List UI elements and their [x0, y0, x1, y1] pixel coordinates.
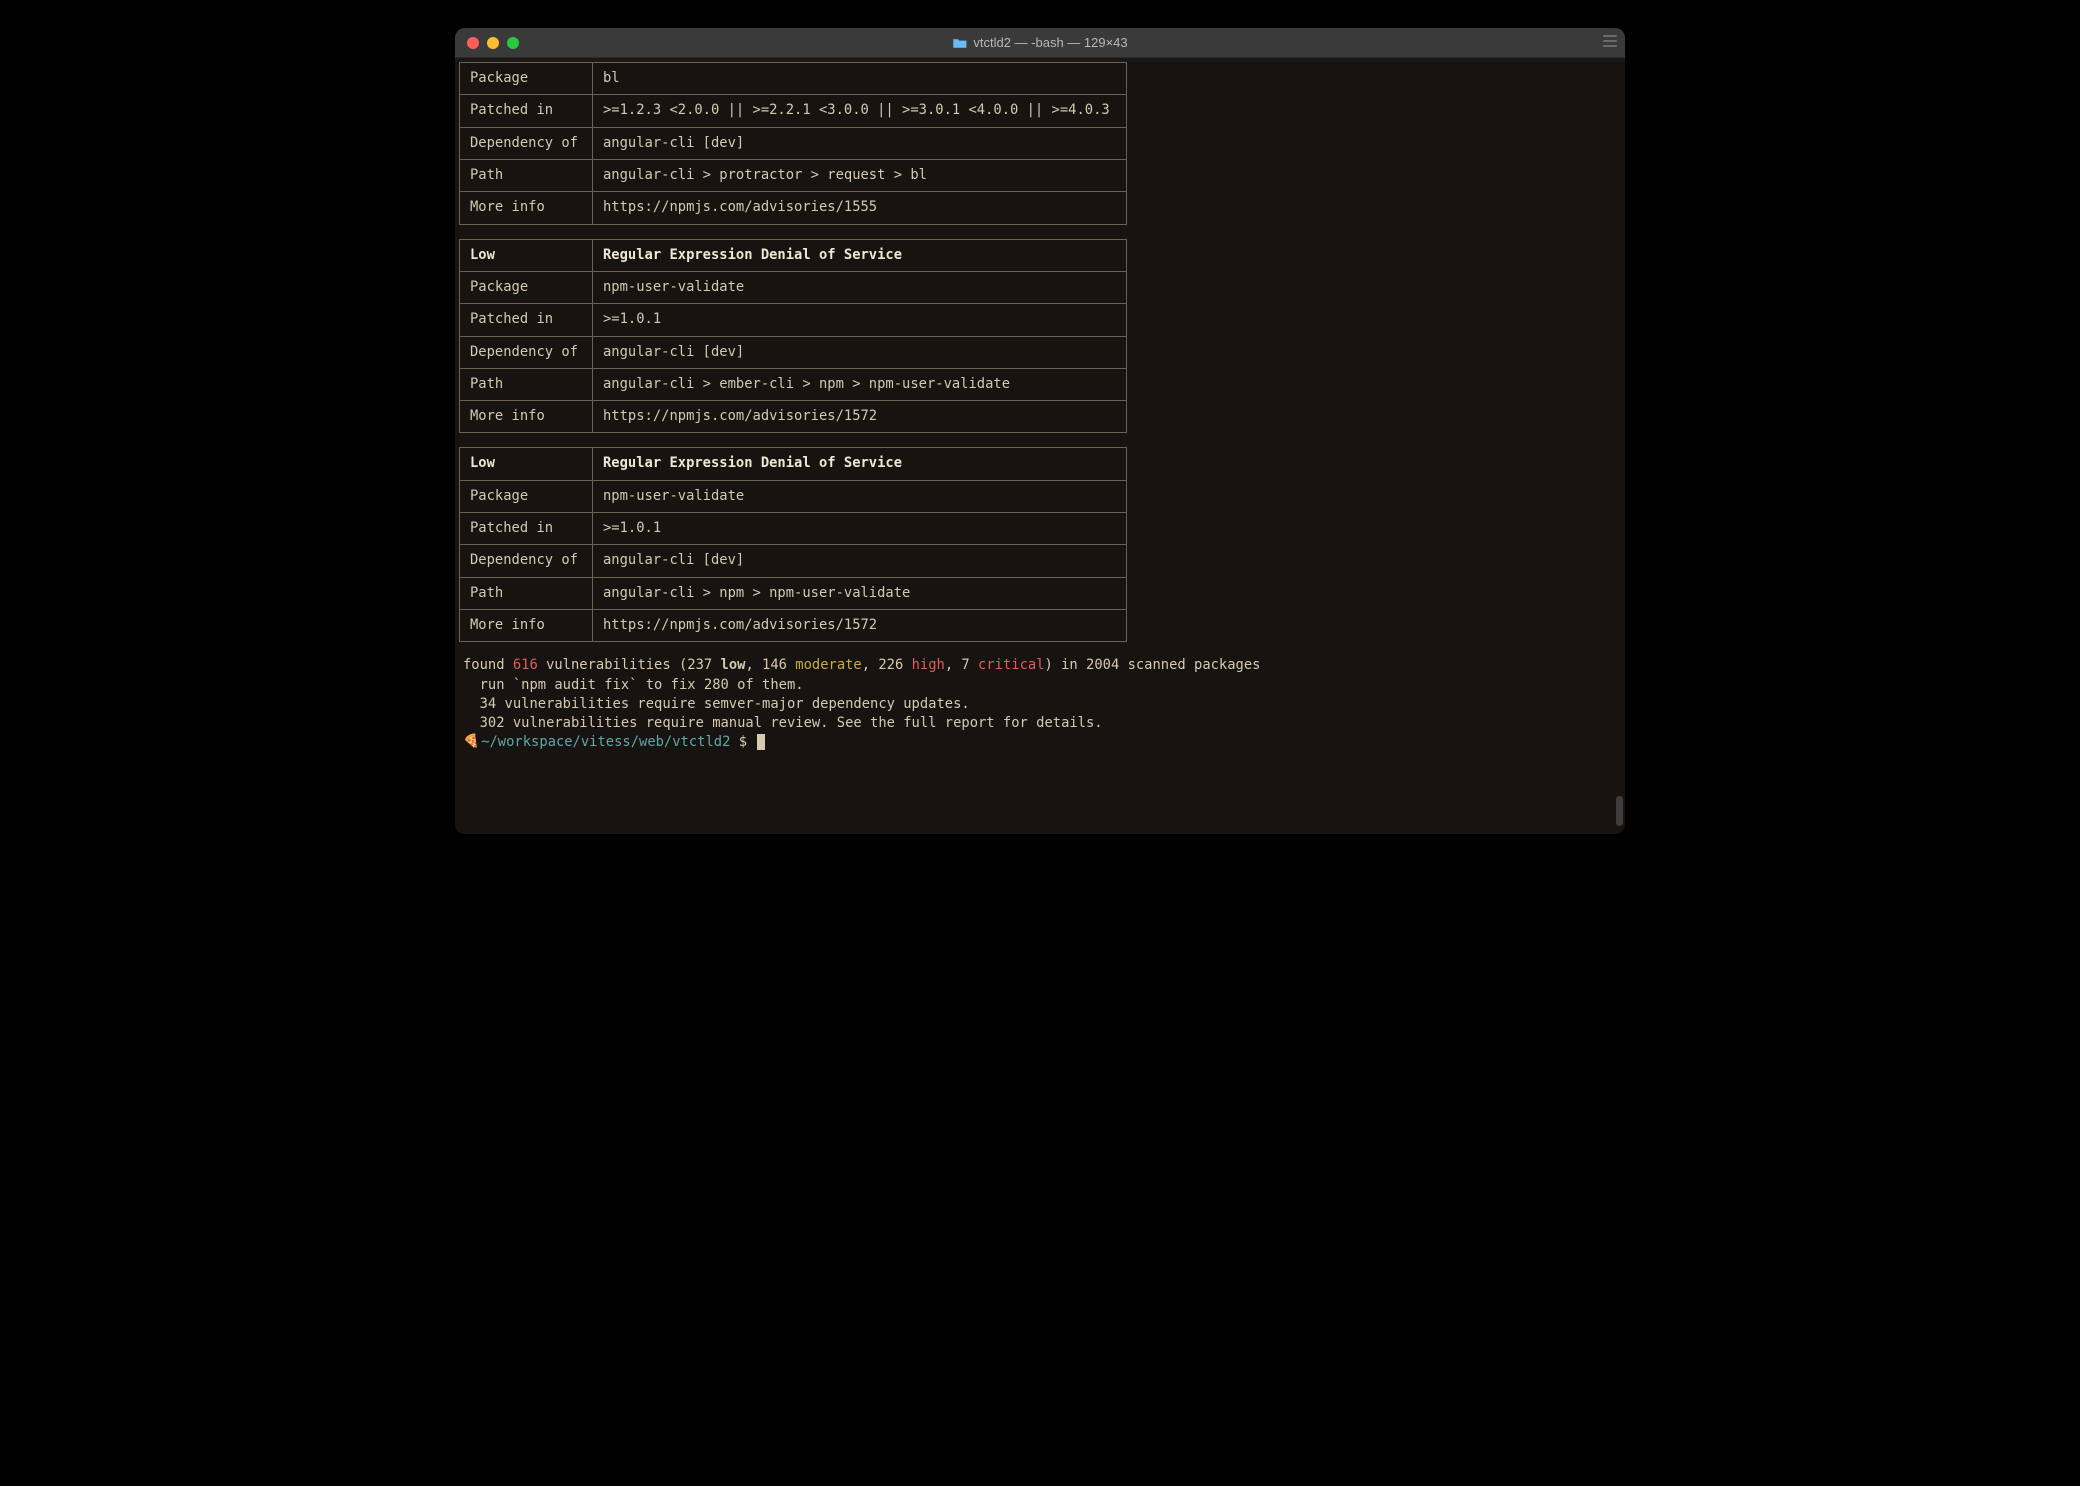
- table-row: Path angular-cli > ember-cli > npm > npm…: [460, 368, 1127, 400]
- table-row: Dependency of angular-cli [dev]: [460, 336, 1127, 368]
- row-label: More info: [460, 610, 593, 642]
- audit-table-0: Package bl Patched in >=1.2.3 <2.0.0 || …: [459, 62, 1127, 225]
- row-label: Path: [460, 368, 593, 400]
- traffic-lights: [455, 37, 519, 49]
- advisory-title: Regular Expression Denial of Service: [593, 448, 1127, 480]
- table-row: Patched in >=1.2.3 <2.0.0 || >=2.2.1 <3.…: [460, 95, 1127, 127]
- table-row: Dependency of angular-cli [dev]: [460, 545, 1127, 577]
- row-value: https://npmjs.com/advisories/1555: [593, 192, 1127, 224]
- row-label: Package: [460, 480, 593, 512]
- row-label: Patched in: [460, 304, 593, 336]
- summary-line: run `npm audit fix` to fix 280 of them.: [463, 677, 804, 693]
- table-header: Low Regular Expression Denial of Service: [460, 448, 1127, 480]
- summary-total: 616: [513, 657, 538, 673]
- row-value: angular-cli > protractor > request > bl: [593, 159, 1127, 191]
- summary-text: vulnerabilities (237: [538, 657, 721, 673]
- summary-text: , 146: [745, 657, 795, 673]
- row-value: https://npmjs.com/advisories/1572: [593, 610, 1127, 642]
- window-title-text: vtctld2 — -bash — 129×43: [973, 35, 1127, 50]
- window-titlebar: vtctld2 — -bash — 129×43: [455, 28, 1625, 58]
- summary-critical: critical: [978, 657, 1044, 673]
- summary-high: high: [912, 657, 945, 673]
- table-row: More info https://npmjs.com/advisories/1…: [460, 192, 1127, 224]
- row-value: bl: [593, 63, 1127, 95]
- audit-summary: found 616 vulnerabilities (237 low, 146 …: [459, 656, 1621, 733]
- summary-text: ) in 2004 scanned packages: [1045, 657, 1261, 673]
- table-row: Path angular-cli > protractor > request …: [460, 159, 1127, 191]
- pizza-icon: 🍕: [463, 734, 479, 749]
- zoom-button[interactable]: [507, 37, 519, 49]
- row-value: https://npmjs.com/advisories/1572: [593, 401, 1127, 433]
- table-row: More info https://npmjs.com/advisories/1…: [460, 610, 1127, 642]
- audit-table-1: Low Regular Expression Denial of Service…: [459, 239, 1127, 434]
- row-value: >=1.0.1: [593, 304, 1127, 336]
- row-label: Patched in: [460, 95, 593, 127]
- terminal-body[interactable]: Package bl Patched in >=1.2.3 <2.0.0 || …: [455, 62, 1625, 834]
- row-value: angular-cli [dev]: [593, 336, 1127, 368]
- row-label: More info: [460, 192, 593, 224]
- summary-moderate: moderate: [795, 657, 861, 673]
- table-row: Package bl: [460, 63, 1127, 95]
- row-value: angular-cli > ember-cli > npm > npm-user…: [593, 368, 1127, 400]
- audit-table-2: Low Regular Expression Denial of Service…: [459, 447, 1127, 642]
- close-button[interactable]: [467, 37, 479, 49]
- table-row: Dependency of angular-cli [dev]: [460, 127, 1127, 159]
- folder-icon: [952, 37, 967, 49]
- row-label: Package: [460, 271, 593, 303]
- summary-line: 34 vulnerabilities require semver-major …: [463, 696, 970, 712]
- row-value: npm-user-validate: [593, 480, 1127, 512]
- row-value: npm-user-validate: [593, 271, 1127, 303]
- row-label: Dependency of: [460, 127, 593, 159]
- row-value: angular-cli > npm > npm-user-validate: [593, 577, 1127, 609]
- prompt-symbol: $: [730, 734, 755, 750]
- row-label: Package: [460, 63, 593, 95]
- advisory-title: Regular Expression Denial of Service: [593, 239, 1127, 271]
- table-row: Package npm-user-validate: [460, 271, 1127, 303]
- terminal-window: vtctld2 — -bash — 129×43 Package bl Patc…: [455, 28, 1625, 834]
- table-row: Patched in >=1.0.1: [460, 513, 1127, 545]
- summary-text: , 7: [945, 657, 978, 673]
- row-label: Path: [460, 577, 593, 609]
- row-value: >=1.0.1: [593, 513, 1127, 545]
- table-row: Patched in >=1.0.1: [460, 304, 1127, 336]
- summary-text: , 226: [862, 657, 912, 673]
- window-title: vtctld2 — -bash — 129×43: [952, 35, 1127, 50]
- prompt-path: ~/workspace/vitess/web/vtctld2: [481, 734, 730, 750]
- table-row: Path angular-cli > npm > npm-user-valida…: [460, 577, 1127, 609]
- summary-text: found: [463, 657, 513, 673]
- summary-low: low: [721, 657, 746, 673]
- row-label: Patched in: [460, 513, 593, 545]
- table-row: Package npm-user-validate: [460, 480, 1127, 512]
- cursor: [757, 734, 765, 750]
- row-value: angular-cli [dev]: [593, 127, 1127, 159]
- severity-label: Low: [460, 239, 593, 271]
- table-header: Low Regular Expression Denial of Service: [460, 239, 1127, 271]
- scrollbar-thumb[interactable]: [1616, 796, 1623, 826]
- row-label: Dependency of: [460, 545, 593, 577]
- shell-prompt[interactable]: 🍕~/workspace/vitess/web/vtctld2 $: [459, 734, 1621, 750]
- hamburger-icon[interactable]: [1603, 35, 1617, 47]
- severity-label: Low: [460, 448, 593, 480]
- row-label: Dependency of: [460, 336, 593, 368]
- row-label: Path: [460, 159, 593, 191]
- table-row: More info https://npmjs.com/advisories/1…: [460, 401, 1127, 433]
- row-value: angular-cli [dev]: [593, 545, 1127, 577]
- row-label: More info: [460, 401, 593, 433]
- summary-line: 302 vulnerabilities require manual revie…: [463, 715, 1103, 731]
- row-value: >=1.2.3 <2.0.0 || >=2.2.1 <3.0.0 || >=3.…: [593, 95, 1127, 127]
- minimize-button[interactable]: [487, 37, 499, 49]
